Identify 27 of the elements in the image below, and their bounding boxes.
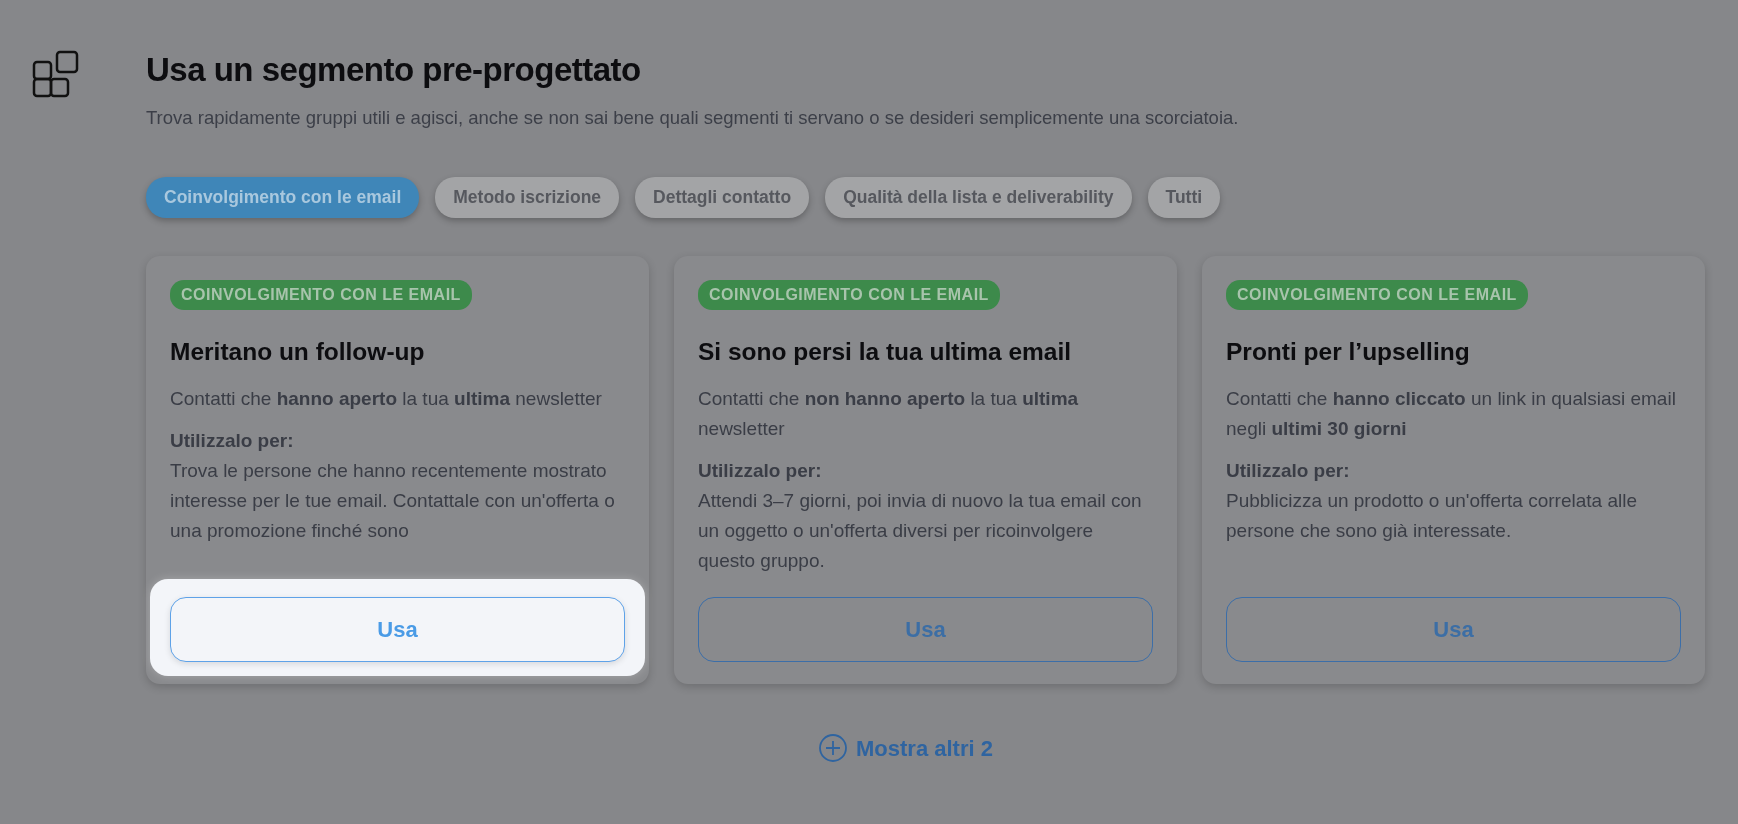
filter-chip[interactable]: Coinvolgimento con le email xyxy=(146,177,420,218)
card-title: Si sono persi la tua ultima email xyxy=(698,336,1073,367)
card-summary: Contatti che hanno cliccato un link in qualsiasi email negli ultimi 30 giorni xyxy=(1226,387,1677,442)
use-button[interactable]: Usa xyxy=(170,596,625,662)
use-label: Utilizzalo per: xyxy=(1226,459,1351,484)
card-summary: Contatti che hanno aperto la tua ultima newsletter xyxy=(170,387,603,412)
use-description: Trova le persone che hanno recentemente mostrato interesse per le tue email. Contattale con un'offerta o una promozione finché sono xyxy=(170,459,616,544)
use-label: Utilizzalo per: xyxy=(698,459,823,484)
show-more-link[interactable]: Mostra altri 2 xyxy=(818,731,993,765)
use-description: Pubblicizza un prodotto o un'offerta correlata alle persone che sono già interessate. xyxy=(1226,489,1638,544)
filter-chip[interactable]: Qualità della lista e deliverability xyxy=(825,177,1132,218)
plus-circle-icon xyxy=(818,733,849,764)
use-label: Utilizzalo per: xyxy=(170,429,295,454)
filter-chip[interactable]: Tutti xyxy=(1147,177,1221,218)
filter-chip[interactable]: Metodo iscrizione xyxy=(435,177,620,218)
card-summary: Contatti che non hanno aperto la tua ultima newsletter xyxy=(698,387,1080,442)
card-title: Meritano un follow-up xyxy=(170,336,426,367)
use-button[interactable]: Usa xyxy=(698,596,1153,662)
filter-chip[interactable]: Dettagli contatto xyxy=(635,177,810,218)
page-subtitle: Trova rapidamente gruppi utili e agisci, anche se non sai bene quali segmenti ti servano o se desideri semplicemente una scorciatoia. xyxy=(146,105,1240,130)
category-tag: COINVOLGIMENTO CON LE EMAIL xyxy=(698,279,1000,310)
card-title: Pronti per l’upselling xyxy=(1226,336,1471,367)
page-title: Usa un segmento pre-progettato xyxy=(146,50,642,90)
category-tag: COINVOLGIMENTO CON LE EMAIL xyxy=(170,279,472,310)
use-description: Attendi 3–7 giorni, poi invia di nuovo la tua email con un oggetto o un'offerta diversi per ricoinvolgere questo gruppo. xyxy=(698,489,1143,574)
category-tag: COINVOLGIMENTO CON LE EMAIL xyxy=(1226,279,1528,310)
use-button[interactable]: Usa xyxy=(1226,596,1681,662)
